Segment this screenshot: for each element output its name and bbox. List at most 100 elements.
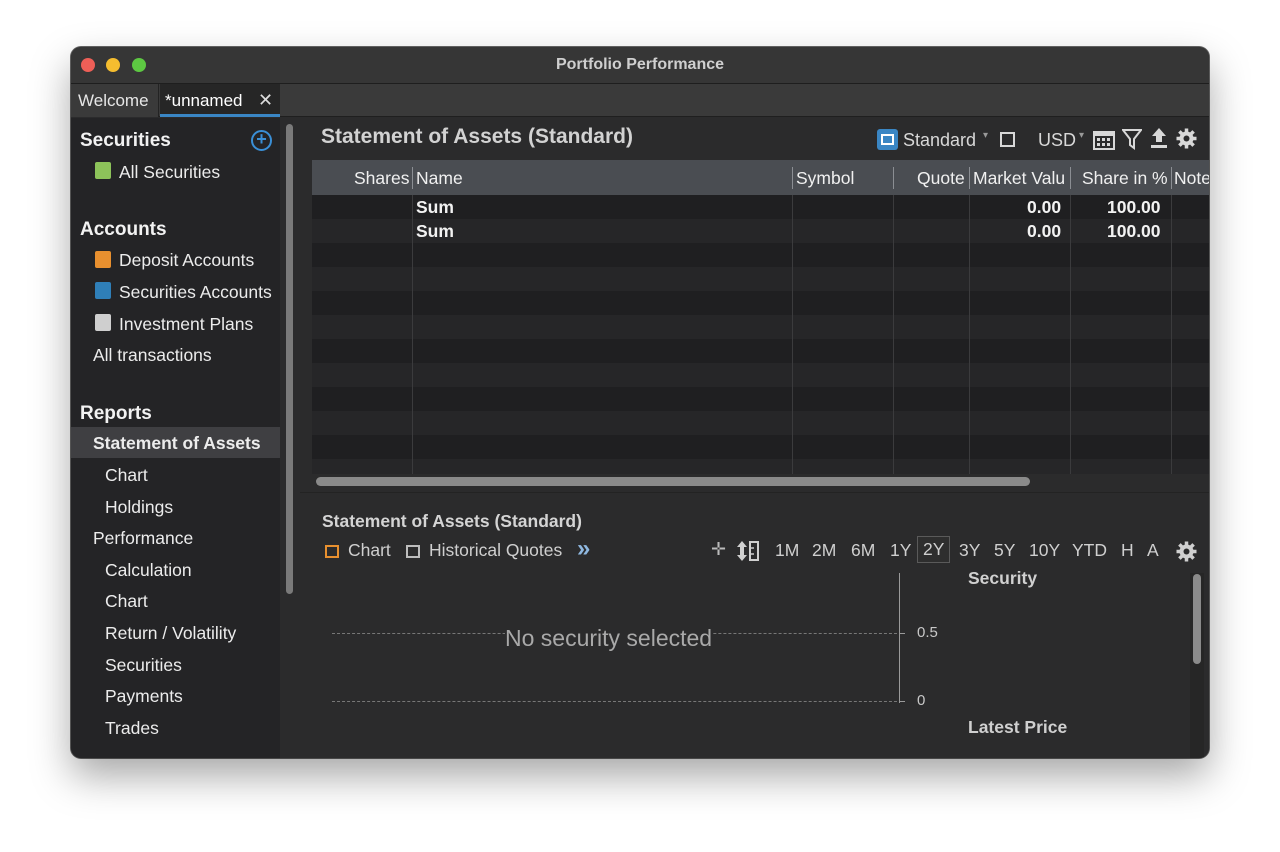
tab-chart[interactable]: Chart xyxy=(348,540,391,561)
calendar-icon[interactable] xyxy=(1093,129,1115,150)
info-scrollbar-thumb[interactable] xyxy=(1193,574,1201,664)
range-ytd-button[interactable]: YTD xyxy=(1072,540,1107,561)
column-header-share-in-percent[interactable]: Share in % xyxy=(1082,168,1168,189)
table-horizontal-scrollbar[interactable] xyxy=(312,474,1209,488)
range-5y-button[interactable]: 5Y xyxy=(994,540,1015,561)
column-separator xyxy=(412,167,413,189)
sidebar-item-return-volatility[interactable]: Return / Volatility xyxy=(105,623,236,644)
column-gridline xyxy=(1171,195,1172,474)
column-separator xyxy=(792,167,793,189)
scaling-icon[interactable] xyxy=(736,540,760,562)
range-h-button[interactable]: H xyxy=(1121,540,1134,561)
empty-row xyxy=(312,291,1209,315)
navigation-sidebar: Securities + All Securities Accounts Dep… xyxy=(71,118,280,758)
tick-mark xyxy=(899,701,905,702)
column-header-market-value[interactable]: Market Valu xyxy=(973,168,1069,189)
range-3y-button[interactable]: 3Y xyxy=(959,540,980,561)
sidebar-item-statement-of-assets[interactable]: Statement of Assets xyxy=(93,433,261,454)
sidebar-item-payments[interactable]: Payments xyxy=(105,686,183,707)
row-share-cell: 100.00 xyxy=(1107,197,1161,217)
more-tabs-chevron-icon[interactable]: » xyxy=(577,535,590,563)
investment-plan-icon xyxy=(95,314,111,331)
empty-row xyxy=(312,435,1209,459)
tab-historical-quotes[interactable]: Historical Quotes xyxy=(429,540,562,561)
sidebar-scrollbar[interactable] xyxy=(283,122,295,758)
sidebar-item-chart[interactable]: Chart xyxy=(105,465,148,486)
export-icon[interactable] xyxy=(1150,127,1168,149)
sidebar-item-all-transactions[interactable]: All transactions xyxy=(93,345,212,366)
empty-row xyxy=(312,411,1209,435)
historical-quotes-tab-icon xyxy=(406,545,420,558)
row-market-value-cell: 0.00 xyxy=(1027,197,1062,217)
sidebar-item-performance[interactable]: Performance xyxy=(93,528,193,549)
app-window: Portfolio Performance Welcome *unnamed ✕… xyxy=(71,47,1209,758)
sidebar-item-deposit-accounts[interactable]: Deposit Accounts xyxy=(119,250,254,271)
settings-gear-icon[interactable] xyxy=(1176,128,1197,149)
window-title: Portfolio Performance xyxy=(555,56,725,73)
main-panel: Statement of Assets (Standard) Standard … xyxy=(300,118,1209,758)
tab-unnamed-label: *unnamed xyxy=(165,91,243,110)
sidebar-item-all-securities[interactable]: All Securities xyxy=(119,162,220,183)
sidebar-item-performance-chart[interactable]: Chart xyxy=(105,591,148,612)
column-separator xyxy=(893,167,894,189)
range-2m-button[interactable]: 2M xyxy=(812,540,836,561)
column-header-shares[interactable]: Shares xyxy=(354,168,409,189)
filter-icon[interactable] xyxy=(1122,128,1142,150)
column-gridline xyxy=(412,195,413,474)
sidebar-item-securities[interactable]: Securities xyxy=(105,655,182,676)
column-gridline xyxy=(1070,195,1071,474)
view-dropdown-icon[interactable]: ▾ xyxy=(983,130,988,141)
column-gridline xyxy=(893,195,894,474)
sidebar-item-trades[interactable]: Trades xyxy=(105,718,159,739)
tick-label-0-5: 0.5 xyxy=(917,624,938,641)
table-header: Shares Name Symbol Quote Market Valu Sha… xyxy=(312,160,1209,195)
tick-label-0: 0 xyxy=(917,692,926,709)
column-gridline xyxy=(969,195,970,474)
sidebar-item-calculation[interactable]: Calculation xyxy=(105,560,192,581)
crosshair-icon[interactable]: ✛ xyxy=(711,539,726,560)
sidebar-scrollbar-thumb[interactable] xyxy=(286,124,293,594)
securities-account-icon xyxy=(95,282,111,299)
sidebar-item-securities-accounts[interactable]: Securities Accounts xyxy=(119,282,272,303)
row-market-value-cell: 0.00 xyxy=(1027,221,1062,241)
column-header-symbol[interactable]: Symbol xyxy=(796,168,854,189)
chart-y-axis xyxy=(899,573,900,703)
column-header-note[interactable]: Note xyxy=(1174,168,1209,189)
gridline-0 xyxy=(332,701,902,702)
column-header-name[interactable]: Name xyxy=(416,168,463,189)
view-frame-icon xyxy=(881,134,894,145)
assets-table: Shares Name Symbol Quote Market Valu Sha… xyxy=(312,160,1209,474)
close-tab-icon[interactable]: ✕ xyxy=(258,90,273,111)
securities-heading: Securities xyxy=(80,130,171,151)
range-a-button[interactable]: A xyxy=(1147,540,1159,561)
sidebar-item-holdings[interactable]: Holdings xyxy=(105,497,173,518)
currency-selector[interactable]: USD xyxy=(1038,130,1076,151)
table-row[interactable]: Sum 0.00 100.00 xyxy=(312,195,1209,219)
view-selector[interactable]: Standard xyxy=(903,130,976,151)
security-file-icon xyxy=(95,162,111,179)
empty-row xyxy=(312,315,1209,339)
title-bar: Portfolio Performance xyxy=(71,47,1209,84)
range-1y-button[interactable]: 1Y xyxy=(890,540,911,561)
add-icon[interactable]: + xyxy=(251,130,272,151)
detail-panel: Statement of Assets (Standard) Chart His… xyxy=(300,492,1209,758)
column-header-quote[interactable]: Quote xyxy=(917,168,965,189)
tab-welcome[interactable]: Welcome xyxy=(71,84,159,117)
chart-settings-gear-icon[interactable] xyxy=(1176,541,1197,562)
range-6m-button[interactable]: 6M xyxy=(851,540,875,561)
latest-price-heading: Latest Price xyxy=(968,717,1068,737)
new-view-icon[interactable] xyxy=(1000,132,1015,147)
empty-row xyxy=(312,387,1209,411)
info-vertical-scrollbar[interactable] xyxy=(1190,573,1204,758)
price-chart-area: 0.5 0 No security selected xyxy=(322,573,942,758)
table-row[interactable]: Sum 0.00 100.00 xyxy=(312,219,1209,243)
range-2y-button[interactable]: 2Y xyxy=(917,536,951,563)
row-name-cell: Sum xyxy=(416,221,454,241)
range-10y-button[interactable]: 10Y xyxy=(1029,540,1060,561)
standard-view-icon[interactable] xyxy=(877,129,898,150)
row-name-cell: Sum xyxy=(416,197,454,217)
table-scrollbar-thumb[interactable] xyxy=(316,477,1030,486)
sidebar-item-investment-plans[interactable]: Investment Plans xyxy=(119,314,253,335)
range-1m-button[interactable]: 1M xyxy=(775,540,799,561)
currency-dropdown-icon[interactable]: ▾ xyxy=(1079,130,1084,141)
